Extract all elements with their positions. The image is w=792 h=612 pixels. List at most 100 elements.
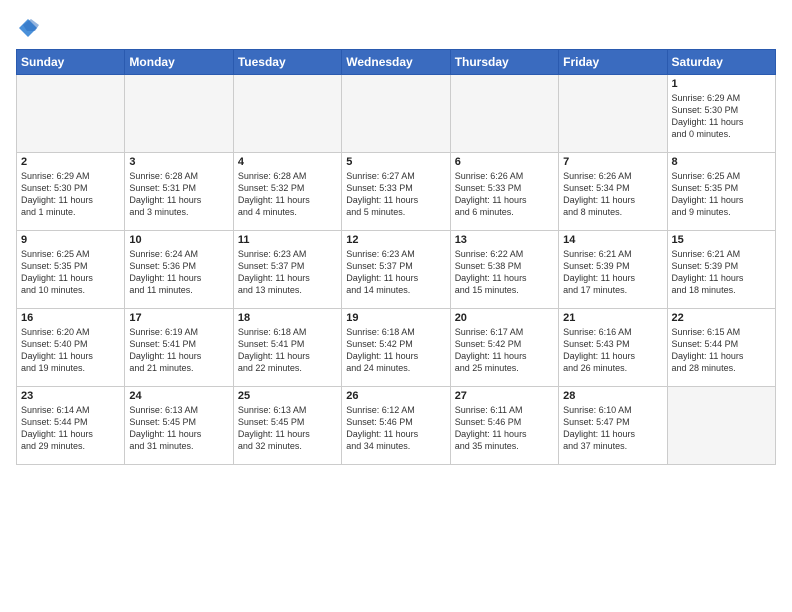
day-info: Sunrise: 6:29 AM Sunset: 5:30 PM Dayligh… (21, 170, 120, 219)
day-number: 7 (563, 156, 662, 168)
calendar-cell (342, 74, 450, 152)
calendar-week-4: 23 Sunrise: 6:14 AM Sunset: 5:44 PM Dayli… (17, 386, 776, 464)
day-info: Sunrise: 6:18 AM Sunset: 5:42 PM Dayligh… (346, 326, 445, 375)
calendar-cell: 4 Sunrise: 6:28 AM Sunset: 5:32 PM Daylig… (233, 152, 341, 230)
day-info: Sunrise: 6:15 AM Sunset: 5:44 PM Dayligh… (672, 326, 771, 375)
day-info: Sunrise: 6:13 AM Sunset: 5:45 PM Dayligh… (238, 404, 337, 453)
day-number: 28 (563, 390, 662, 402)
day-info: Sunrise: 6:17 AM Sunset: 5:42 PM Dayligh… (455, 326, 554, 375)
day-info: Sunrise: 6:24 AM Sunset: 5:36 PM Dayligh… (129, 248, 228, 297)
day-info: Sunrise: 6:23 AM Sunset: 5:37 PM Dayligh… (238, 248, 337, 297)
day-info: Sunrise: 6:12 AM Sunset: 5:46 PM Dayligh… (346, 404, 445, 453)
calendar-cell: 1 Sunrise: 6:29 AM Sunset: 5:30 PM Daylig… (667, 74, 775, 152)
calendar-body: 1 Sunrise: 6:29 AM Sunset: 5:30 PM Daylig… (17, 74, 776, 464)
logo-icon (17, 17, 39, 39)
day-number: 21 (563, 312, 662, 324)
calendar-header: SundayMondayTuesdayWednesdayThursdayFrid… (17, 49, 776, 74)
day-info: Sunrise: 6:14 AM Sunset: 5:44 PM Dayligh… (21, 404, 120, 453)
calendar-cell: 8 Sunrise: 6:25 AM Sunset: 5:35 PM Daylig… (667, 152, 775, 230)
weekday-header-thursday: Thursday (450, 49, 558, 74)
day-number: 24 (129, 390, 228, 402)
day-number: 4 (238, 156, 337, 168)
calendar-cell: 6 Sunrise: 6:26 AM Sunset: 5:33 PM Daylig… (450, 152, 558, 230)
day-number: 14 (563, 234, 662, 246)
day-number: 3 (129, 156, 228, 168)
calendar-cell (667, 386, 775, 464)
calendar-cell: 19 Sunrise: 6:18 AM Sunset: 5:42 PM Dayli… (342, 308, 450, 386)
calendar-cell (233, 74, 341, 152)
day-number: 8 (672, 156, 771, 168)
calendar-cell: 14 Sunrise: 6:21 AM Sunset: 5:39 PM Dayli… (559, 230, 667, 308)
day-info: Sunrise: 6:11 AM Sunset: 5:46 PM Dayligh… (455, 404, 554, 453)
day-info: Sunrise: 6:26 AM Sunset: 5:34 PM Dayligh… (563, 170, 662, 219)
calendar-week-0: 1 Sunrise: 6:29 AM Sunset: 5:30 PM Daylig… (17, 74, 776, 152)
calendar-cell: 12 Sunrise: 6:23 AM Sunset: 5:37 PM Dayli… (342, 230, 450, 308)
day-info: Sunrise: 6:26 AM Sunset: 5:33 PM Dayligh… (455, 170, 554, 219)
day-number: 15 (672, 234, 771, 246)
day-number: 11 (238, 234, 337, 246)
day-number: 6 (455, 156, 554, 168)
weekday-header-saturday: Saturday (667, 49, 775, 74)
calendar-cell: 10 Sunrise: 6:24 AM Sunset: 5:36 PM Dayli… (125, 230, 233, 308)
calendar-week-3: 16Sunrise: 6:20 AM Sunset: 5:40 PM Dayli… (17, 308, 776, 386)
day-number: 10 (129, 234, 228, 246)
calendar-cell: 7 Sunrise: 6:26 AM Sunset: 5:34 PM Daylig… (559, 152, 667, 230)
page: SundayMondayTuesdayWednesdayThursdayFrid… (0, 0, 792, 612)
day-info: Sunrise: 6:23 AM Sunset: 5:37 PM Dayligh… (346, 248, 445, 297)
calendar-cell: 17 Sunrise: 6:19 AM Sunset: 5:41 PM Dayli… (125, 308, 233, 386)
day-info: Sunrise: 6:19 AM Sunset: 5:41 PM Dayligh… (129, 326, 228, 375)
calendar-cell (17, 74, 125, 152)
day-number: 1 (672, 78, 771, 90)
calendar-cell: 22 Sunrise: 6:15 AM Sunset: 5:44 PM Dayli… (667, 308, 775, 386)
weekday-header-friday: Friday (559, 49, 667, 74)
day-info: Sunrise: 6:22 AM Sunset: 5:38 PM Dayligh… (455, 248, 554, 297)
calendar-cell: 16Sunrise: 6:20 AM Sunset: 5:40 PM Dayli… (17, 308, 125, 386)
day-number: 27 (455, 390, 554, 402)
calendar-cell: 13Sunrise: 6:22 AM Sunset: 5:38 PM Dayli… (450, 230, 558, 308)
day-number: 26 (346, 390, 445, 402)
calendar-cell: 28 Sunrise: 6:10 AM Sunset: 5:47 PM Dayli… (559, 386, 667, 464)
day-number: 19 (346, 312, 445, 324)
day-info: Sunrise: 6:20 AM Sunset: 5:40 PM Dayligh… (21, 326, 120, 375)
weekday-header-sunday: Sunday (17, 49, 125, 74)
calendar-cell: 25 Sunrise: 6:13 AM Sunset: 5:45 PM Dayli… (233, 386, 341, 464)
calendar-week-2: 9 Sunrise: 6:25 AM Sunset: 5:35 PM Daylig… (17, 230, 776, 308)
calendar-cell: 18Sunrise: 6:18 AM Sunset: 5:41 PM Dayli… (233, 308, 341, 386)
weekday-row: SundayMondayTuesdayWednesdayThursdayFrid… (17, 49, 776, 74)
calendar-cell (450, 74, 558, 152)
day-info: Sunrise: 6:27 AM Sunset: 5:33 PM Dayligh… (346, 170, 445, 219)
calendar-cell: 11 Sunrise: 6:23 AM Sunset: 5:37 PM Dayli… (233, 230, 341, 308)
header (16, 16, 776, 39)
day-number: 9 (21, 234, 120, 246)
calendar-cell: 3 Sunrise: 6:28 AM Sunset: 5:31 PM Daylig… (125, 152, 233, 230)
calendar-cell (125, 74, 233, 152)
weekday-header-wednesday: Wednesday (342, 49, 450, 74)
day-info: Sunrise: 6:21 AM Sunset: 5:39 PM Dayligh… (563, 248, 662, 297)
day-number: 2 (21, 156, 120, 168)
calendar-table: SundayMondayTuesdayWednesdayThursdayFrid… (16, 49, 776, 465)
day-info: Sunrise: 6:25 AM Sunset: 5:35 PM Dayligh… (21, 248, 120, 297)
day-info: Sunrise: 6:29 AM Sunset: 5:30 PM Dayligh… (672, 92, 771, 141)
day-info: Sunrise: 6:28 AM Sunset: 5:32 PM Dayligh… (238, 170, 337, 219)
calendar-cell: 21 Sunrise: 6:16 AM Sunset: 5:43 PM Dayli… (559, 308, 667, 386)
day-number: 22 (672, 312, 771, 324)
day-number: 12 (346, 234, 445, 246)
day-number: 17 (129, 312, 228, 324)
calendar-week-1: 2 Sunrise: 6:29 AM Sunset: 5:30 PM Daylig… (17, 152, 776, 230)
calendar-cell: 2 Sunrise: 6:29 AM Sunset: 5:30 PM Daylig… (17, 152, 125, 230)
day-info: Sunrise: 6:13 AM Sunset: 5:45 PM Dayligh… (129, 404, 228, 453)
day-info: Sunrise: 6:16 AM Sunset: 5:43 PM Dayligh… (563, 326, 662, 375)
day-number: 25 (238, 390, 337, 402)
day-number: 5 (346, 156, 445, 168)
day-info: Sunrise: 6:10 AM Sunset: 5:47 PM Dayligh… (563, 404, 662, 453)
calendar-cell: 5 Sunrise: 6:27 AM Sunset: 5:33 PM Daylig… (342, 152, 450, 230)
calendar-cell: 24 Sunrise: 6:13 AM Sunset: 5:45 PM Dayli… (125, 386, 233, 464)
day-info: Sunrise: 6:28 AM Sunset: 5:31 PM Dayligh… (129, 170, 228, 219)
calendar-cell (559, 74, 667, 152)
calendar-cell: 20Sunrise: 6:17 AM Sunset: 5:42 PM Dayli… (450, 308, 558, 386)
logo (16, 16, 39, 39)
day-info: Sunrise: 6:25 AM Sunset: 5:35 PM Dayligh… (672, 170, 771, 219)
day-number: 23 (21, 390, 120, 402)
calendar-cell: 15 Sunrise: 6:21 AM Sunset: 5:39 PM Dayli… (667, 230, 775, 308)
day-info: Sunrise: 6:21 AM Sunset: 5:39 PM Dayligh… (672, 248, 771, 297)
